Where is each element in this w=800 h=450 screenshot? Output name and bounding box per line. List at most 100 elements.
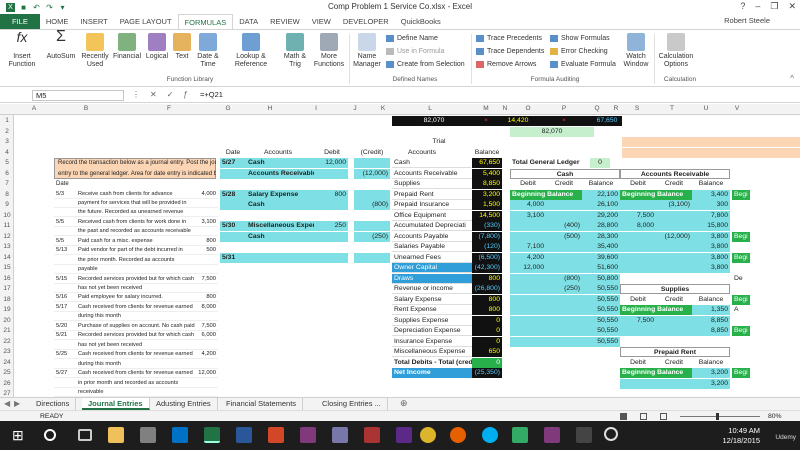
transaction-amount[interactable]: 500 xyxy=(196,246,218,256)
ledger-credit[interactable] xyxy=(656,252,692,263)
ledger-balance[interactable]: 50,800 xyxy=(582,273,620,284)
transaction-text[interactable]: the past and recorded as accounts receiv… xyxy=(76,227,196,237)
row-header[interactable]: 12 xyxy=(0,233,14,240)
trace-precedents-button[interactable]: Trace Precedents xyxy=(476,34,542,43)
transaction-date[interactable] xyxy=(54,199,76,208)
row-header[interactable]: 8 xyxy=(0,191,14,198)
trial-header[interactable]: Balance xyxy=(472,148,502,158)
ledger-debit[interactable] xyxy=(510,294,546,305)
ledger-credit[interactable]: (250) xyxy=(546,284,582,294)
column-header[interactable]: K xyxy=(378,105,388,112)
trial-account[interactable]: Owner Capital xyxy=(392,263,474,273)
total-value[interactable]: 0 xyxy=(472,357,502,368)
column-header[interactable]: P xyxy=(546,105,582,112)
remove-arrows-button[interactable]: Remove Arrows xyxy=(476,60,536,69)
journal-date[interactable] xyxy=(220,231,246,242)
transaction-amount[interactable]: 12,000 xyxy=(196,369,218,379)
ledger-col[interactable]: Debit xyxy=(620,295,656,305)
watch-window-button[interactable]: Watch Window xyxy=(620,33,652,69)
trial-balance[interactable]: 14,500 xyxy=(472,210,502,221)
trial-account[interactable]: Depreciation Expense xyxy=(392,326,474,336)
transaction-date[interactable]: 5/13 xyxy=(54,246,76,256)
transaction-amount[interactable] xyxy=(196,227,218,237)
journal-date[interactable]: 5/30 xyxy=(220,221,246,231)
transaction-text[interactable]: Cash received from clients for revenue e… xyxy=(76,303,196,312)
tab-developer[interactable]: DEVELOPER xyxy=(337,14,395,29)
transaction-date[interactable]: 5/27 xyxy=(54,369,76,379)
instruction-text[interactable]: entry to the general ledger. Area for da… xyxy=(56,169,216,179)
ledger-balance[interactable]: 26,100 xyxy=(582,200,620,210)
ledger-balance[interactable]: 50,550 xyxy=(582,336,620,347)
text-button[interactable]: Text xyxy=(172,33,192,61)
transaction-text[interactable]: Paid cash for a misc. expense xyxy=(76,237,196,246)
ledger-col[interactable]: Balance xyxy=(692,358,730,368)
row-header[interactable]: 10 xyxy=(0,212,14,219)
journal-credit[interactable]: (800) xyxy=(354,200,390,210)
transaction-date[interactable]: 5/5 xyxy=(54,237,76,246)
ledger-debit[interactable] xyxy=(510,326,546,336)
column-header[interactable]: N xyxy=(500,105,510,112)
transaction-date[interactable]: 5/15 xyxy=(54,275,76,284)
clock[interactable]: 10:49 AM 12/18/2015 xyxy=(722,426,760,446)
transaction-amount[interactable] xyxy=(196,208,218,218)
transaction-amount[interactable]: 7,500 xyxy=(196,322,218,331)
trial-account[interactable]: Miscellaneous Expense xyxy=(392,347,474,357)
ledger-credit[interactable] xyxy=(656,242,692,252)
ledger-balance[interactable]: 39,600 xyxy=(582,252,620,263)
ledger-debit[interactable] xyxy=(620,326,656,336)
transaction-amount[interactable] xyxy=(196,256,218,265)
user-name[interactable]: Robert Steele xyxy=(724,16,770,25)
journal-date[interactable]: 5/31 xyxy=(220,252,246,263)
column-header[interactable]: Q xyxy=(582,105,612,112)
sheet-tab[interactable]: Financial Statements xyxy=(220,398,304,410)
ledger-col[interactable]: Credit xyxy=(656,295,692,305)
journal-debit[interactable]: 800 xyxy=(314,189,348,200)
logical-button[interactable]: Logical xyxy=(144,33,170,61)
tab-file[interactable]: FILE xyxy=(0,14,40,29)
transaction-date[interactable]: 5/20 xyxy=(54,322,76,331)
net-income-label[interactable]: Net Income xyxy=(392,368,474,378)
ledger-credit[interactable]: (800) xyxy=(546,273,582,284)
row-header[interactable]: 6 xyxy=(0,170,14,177)
ledger-balance[interactable]: 50,550 xyxy=(582,305,620,315)
journal-account[interactable] xyxy=(246,252,314,263)
tab-review[interactable]: REVIEW xyxy=(264,14,306,29)
transaction-date[interactable] xyxy=(54,208,76,218)
transaction-text[interactable]: Paid vendor for part of the debt incurre… xyxy=(76,246,196,256)
transaction-text[interactable]: payable xyxy=(76,265,196,275)
ledger-title[interactable]: Supplies xyxy=(620,284,730,294)
transaction-date[interactable] xyxy=(54,312,76,322)
sheet-nav-right-icon[interactable]: ▶ xyxy=(14,399,20,408)
ledger-debit[interactable]: 7,500 xyxy=(620,315,656,326)
transaction-date[interactable]: 5/16 xyxy=(54,293,76,303)
column-header[interactable]: B xyxy=(54,105,118,112)
transaction-amount[interactable] xyxy=(196,199,218,208)
ledger-credit[interactable] xyxy=(656,221,692,231)
ledger-fragment[interactable]: Begi xyxy=(732,189,750,200)
ledger-debit[interactable] xyxy=(510,231,546,242)
transaction-amount[interactable]: 800 xyxy=(196,237,218,246)
tab-view[interactable]: VIEW xyxy=(306,14,337,29)
ledger-balance[interactable]: 3,800 xyxy=(692,263,730,273)
transaction-text[interactable]: Received cash from clients for work done… xyxy=(76,218,196,227)
minimize-icon[interactable]: – xyxy=(755,1,760,12)
ledger-balance[interactable]: 3,200 xyxy=(692,368,730,378)
tab-quickbooks[interactable]: QuickBooks xyxy=(395,14,447,29)
ledger-fragment[interactable]: De xyxy=(732,274,750,284)
ledger-credit[interactable] xyxy=(546,326,582,336)
transaction-text[interactable]: Recorded services provided but for which… xyxy=(76,275,196,284)
column-header[interactable]: T xyxy=(654,105,690,112)
column-header[interactable]: R xyxy=(612,105,620,112)
trial-balance[interactable]: (7,800) xyxy=(472,231,502,242)
help-icon[interactable]: ? xyxy=(740,1,745,12)
trial-account[interactable]: Accounts Receivable xyxy=(392,169,474,179)
ledger-credit[interactable]: (12,000) xyxy=(656,231,692,242)
column-header[interactable]: U xyxy=(690,105,722,112)
worksheet-grid[interactable]: 82,070 × 14,420 × 67,650 82,070 Record the tra… xyxy=(14,115,800,397)
ledger-balance[interactable]: 3,800 xyxy=(692,242,730,252)
row-header[interactable]: 21 xyxy=(0,327,14,334)
transaction-text[interactable]: during this month xyxy=(76,312,196,322)
transaction-text[interactable]: receivable xyxy=(76,388,196,397)
ledger-debit[interactable]: 8,000 xyxy=(620,221,656,231)
trial-header[interactable]: Accounts xyxy=(392,148,452,158)
